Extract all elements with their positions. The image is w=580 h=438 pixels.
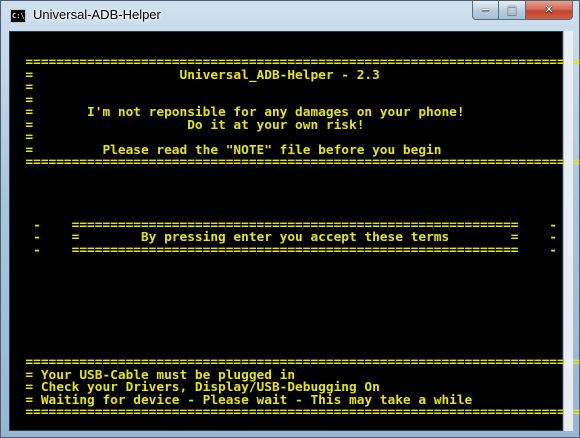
minimize-icon: −	[480, 3, 491, 16]
close-button[interactable]: ✕	[526, 1, 573, 20]
console-app-icon[interactable]: C:\.	[10, 9, 29, 23]
close-icon: ✕	[544, 3, 554, 16]
console-text: ========================================…	[10, 32, 580, 420]
maximize-button[interactable]: □	[499, 1, 526, 20]
console-window: C:\. Universal-ADB-Helper − □ ✕ ========…	[0, 0, 580, 438]
maximize-icon: □	[506, 3, 518, 16]
console-line: ========================================…	[10, 405, 580, 420]
minimize-button[interactable]: −	[472, 1, 499, 20]
window-controls: − □ ✕	[472, 1, 573, 21]
title-bar[interactable]: C:\. Universal-ADB-Helper − □ ✕	[1, 1, 579, 32]
vertical-scrollbar[interactable]	[563, 31, 573, 431]
console-output[interactable]: ========================================…	[9, 31, 580, 431]
console-line: ========================================…	[10, 155, 580, 170]
console-line: - ======================================…	[10, 242, 558, 258]
window-title: Universal-ADB-Helper	[33, 7, 161, 22]
